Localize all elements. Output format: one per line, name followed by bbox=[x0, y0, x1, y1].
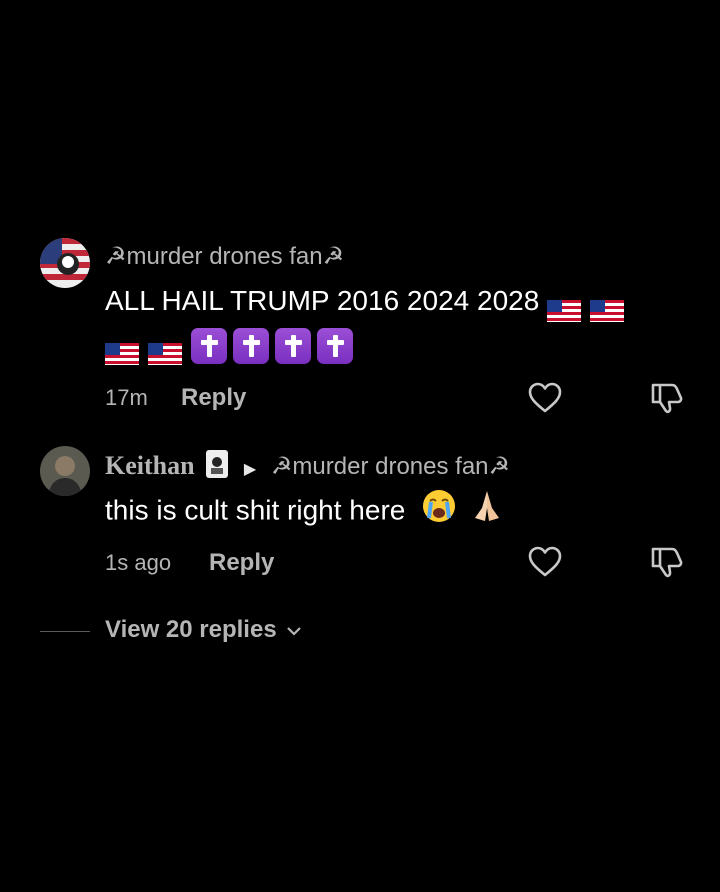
thumbs-down-icon bbox=[651, 547, 683, 578]
comment-time: 1s ago bbox=[105, 550, 172, 575]
like-button[interactable] bbox=[527, 544, 563, 580]
avatar[interactable] bbox=[40, 238, 90, 288]
reply-button[interactable]: Reply bbox=[209, 549, 274, 577]
avatar-flag-image bbox=[40, 238, 90, 288]
reply-to-user[interactable]: ☭murder drones fan☭ bbox=[271, 453, 510, 480]
comment-text-line: this is cult shit right here bbox=[105, 494, 406, 526]
chevron-down-icon bbox=[285, 617, 303, 645]
latin-cross-icon bbox=[233, 327, 269, 364]
username[interactable]: ☭murder drones fan☭ bbox=[105, 242, 344, 271]
comment-text: this is cult shit right here bbox=[105, 488, 505, 536]
reply-header: Keithan ▶ ☭murder drones fan☭ bbox=[105, 449, 510, 486]
latin-cross-icon bbox=[317, 327, 353, 364]
avatar[interactable] bbox=[40, 446, 90, 496]
username[interactable]: Keithan bbox=[105, 451, 195, 480]
comment-time: 17m bbox=[105, 385, 148, 410]
comment-text-line: ALL HAIL TRUMP 2016 2024 2028 bbox=[105, 285, 540, 316]
folded-hands-icon bbox=[469, 488, 505, 536]
comment-emoji-line bbox=[105, 323, 359, 365]
dislike-button[interactable] bbox=[648, 380, 684, 416]
replies-divider bbox=[40, 631, 90, 632]
reply-button[interactable]: Reply bbox=[181, 384, 246, 412]
view-replies-button[interactable]: View 20 replies bbox=[105, 616, 303, 645]
us-flag-icon bbox=[148, 335, 182, 365]
us-flag-icon bbox=[105, 335, 139, 365]
dislike-button[interactable] bbox=[648, 544, 684, 580]
like-button[interactable] bbox=[527, 380, 563, 416]
avatar-photo bbox=[40, 446, 90, 496]
heart-icon bbox=[528, 546, 562, 577]
us-flag-icon bbox=[590, 292, 625, 322]
view-replies-label: View 20 replies bbox=[105, 616, 277, 643]
loudly-crying-face-icon bbox=[421, 488, 457, 536]
comment-text: ALL HAIL TRUMP 2016 2024 2028 bbox=[105, 280, 633, 322]
us-flag-icon bbox=[547, 292, 582, 322]
thumbs-down-icon bbox=[651, 383, 683, 414]
heart-icon bbox=[528, 382, 562, 413]
latin-cross-icon bbox=[191, 327, 227, 364]
reply-arrow-icon: ▶ bbox=[243, 460, 257, 478]
latin-cross-icon bbox=[275, 327, 311, 364]
playing-card-icon bbox=[205, 449, 229, 486]
